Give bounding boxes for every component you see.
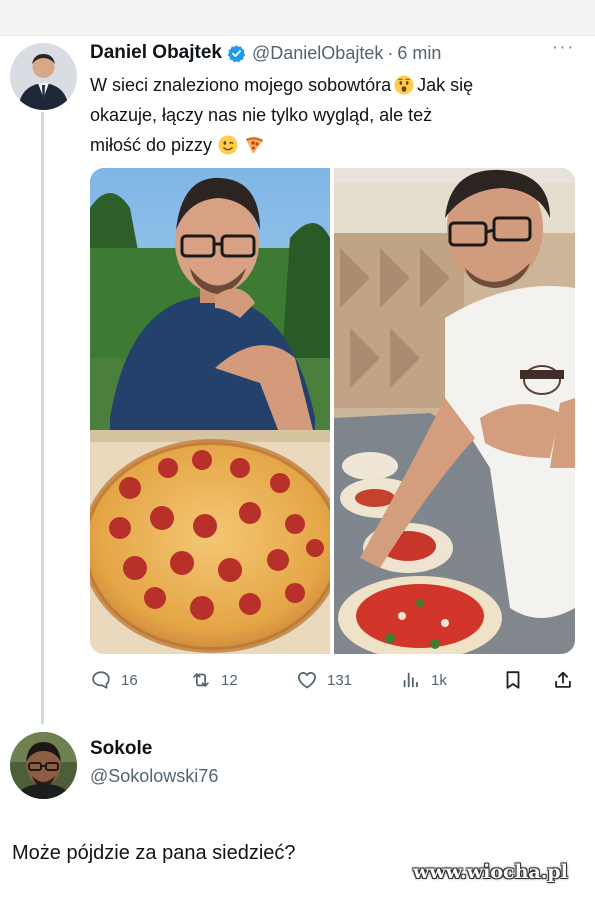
right-photo [334, 168, 575, 654]
bookmark-icon [506, 671, 520, 689]
tweet-body: W sieci znaleziono mojego sobowtóra Jak s… [90, 70, 582, 160]
share-upload-icon [555, 671, 571, 688]
share-button[interactable] [552, 665, 574, 695]
tweet-media-collage[interactable] [90, 168, 575, 654]
tweet-actions-bar: 16 12 131 1k [90, 665, 580, 695]
like-button[interactable]: 131 [296, 665, 352, 695]
retweet-button[interactable]: 12 [190, 665, 238, 695]
reply-author-avatar[interactable] [10, 732, 77, 799]
author-handle[interactable]: @DanielObajtek [252, 43, 383, 64]
tweet-text-line-1: W sieci znaleziono mojego sobowtóra Jak s… [90, 70, 582, 100]
author-avatar[interactable] [10, 43, 77, 110]
speech-bubble-icon [92, 671, 110, 689]
views-count: 1k [431, 671, 447, 689]
bookmark-button[interactable] [502, 665, 524, 695]
reply-text: Może pójdzie za pana siedzieć? [12, 842, 296, 864]
bar-chart-icon [403, 672, 418, 688]
pizza-emoji-icon [244, 134, 264, 154]
verified-badge-icon [227, 44, 246, 63]
tweet-text-part: Jak się [417, 75, 474, 95]
left-photo [90, 168, 343, 654]
separator-dot: · [387, 42, 394, 63]
heart-icon [297, 671, 317, 689]
watermark: www.wiocha.pl [413, 861, 568, 883]
more-options-button[interactable]: ··· [550, 37, 576, 60]
tweet-text-line-2: okazuje, łączy nas nie tylko wygląd, ale… [90, 105, 433, 125]
astonished-face-emoji-icon [394, 74, 414, 95]
reply-count: 16 [121, 671, 138, 689]
views-button[interactable]: 1k [400, 665, 447, 695]
retweet-count: 12 [221, 671, 238, 689]
tweet-header: Daniel Obajtek @DanielObajtek · 6 min [90, 40, 441, 66]
author-name[interactable]: Daniel Obajtek [90, 42, 222, 64]
tweet-text-line-3: miłość do pizzy [90, 130, 582, 160]
reply-author-name[interactable]: Sokole [90, 738, 152, 760]
tweet-text-part: W sieci znaleziono mojego sobowtóra [90, 75, 392, 95]
top-bar [0, 0, 595, 36]
reply-author-handle[interactable]: @Sokolowski76 [90, 766, 218, 787]
retweet-arrows-icon [193, 673, 209, 687]
winking-face-emoji-icon [218, 134, 238, 155]
tweet-text-part: miłość do pizzy [90, 135, 213, 155]
like-count: 131 [327, 671, 353, 689]
tweet-timestamp[interactable]: 6 min [397, 43, 441, 64]
reply-button[interactable]: 16 [90, 665, 138, 695]
thread-connector-line [41, 112, 44, 724]
